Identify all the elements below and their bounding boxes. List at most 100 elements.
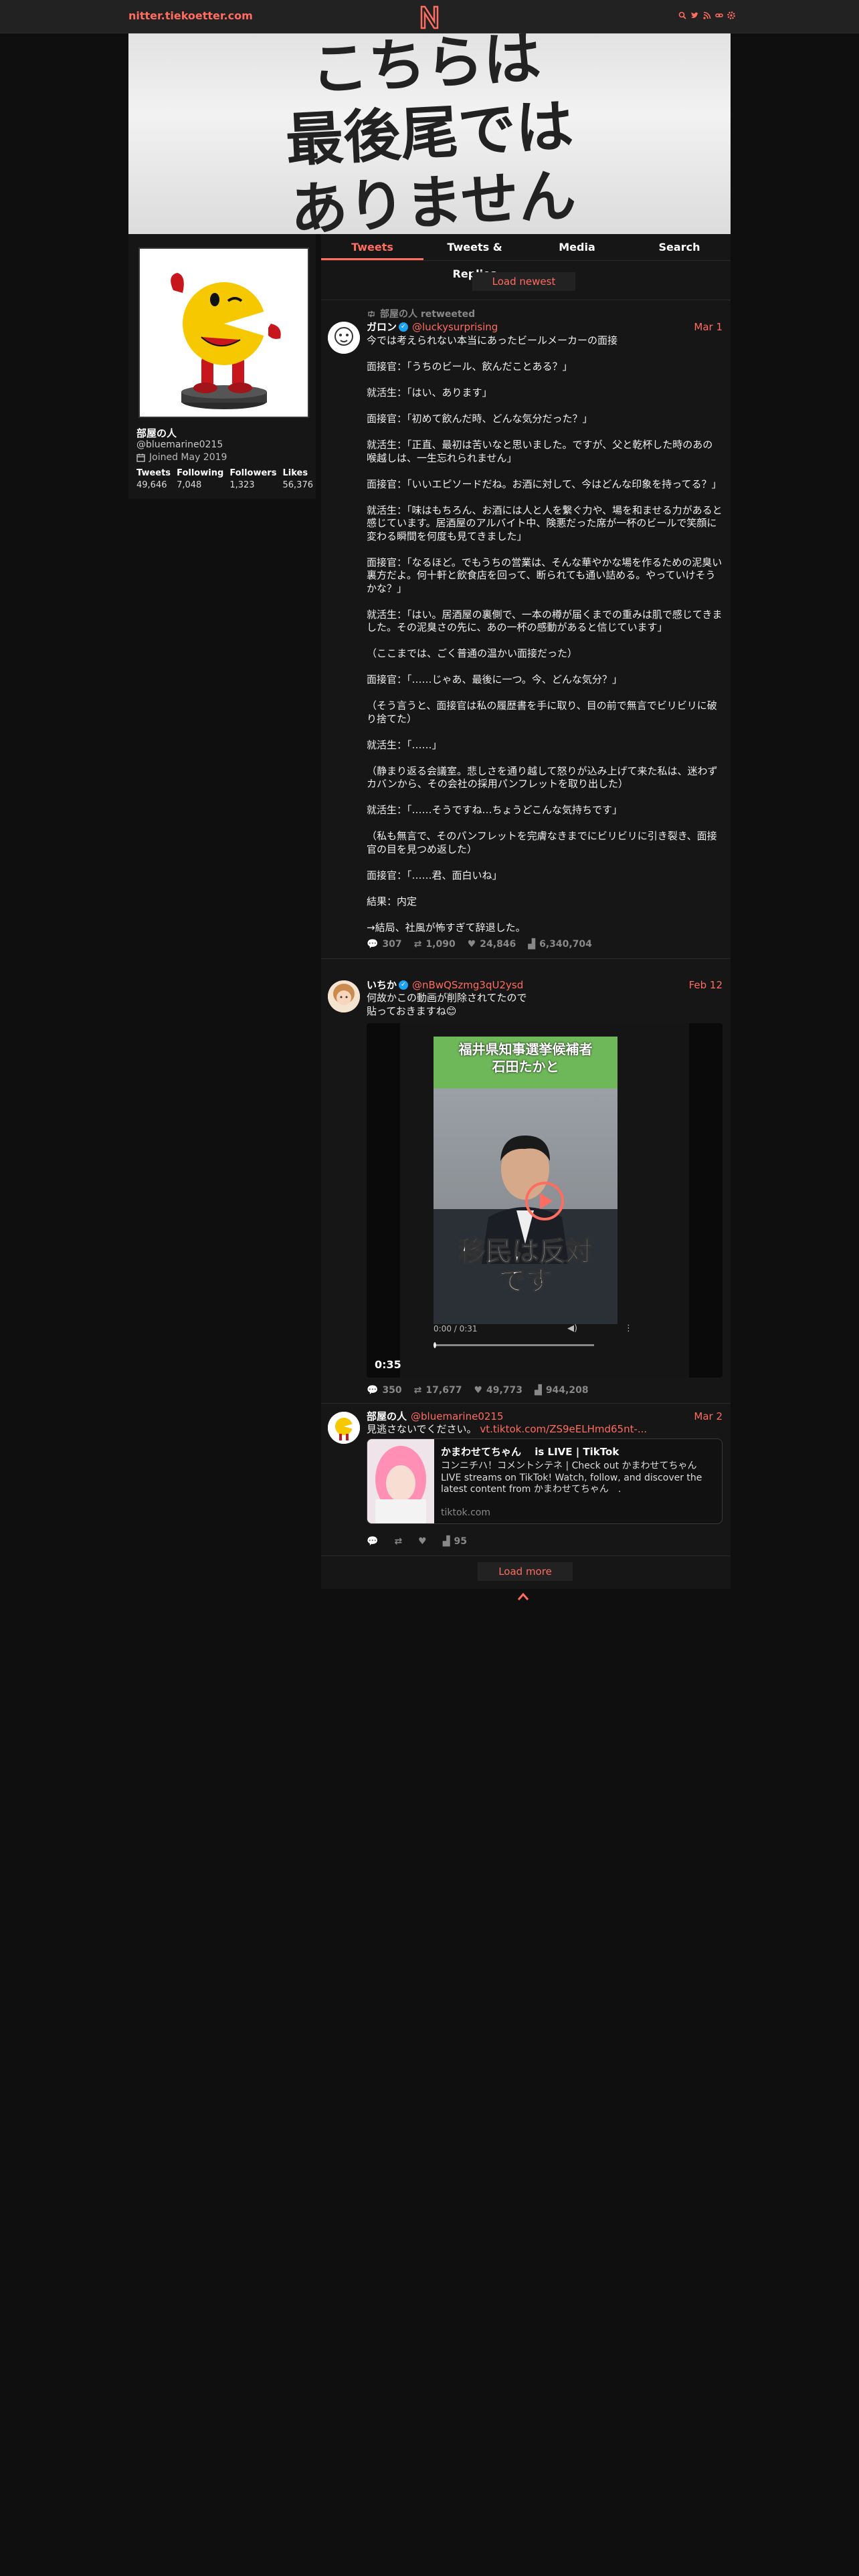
retweet-icon: ⇄ bbox=[394, 1536, 403, 1547]
back-to-top-icon[interactable] bbox=[517, 1592, 529, 1601]
tweet-views[interactable]: ▟ 6,340,704 bbox=[528, 939, 592, 950]
profile-card: 部屋の人 @bluemarine0215 Joined May 2019 Twe… bbox=[128, 234, 316, 499]
tweet-fullname[interactable]: 部屋の人 bbox=[367, 1409, 407, 1423]
tweet-retweets[interactable]: ⇄ 1,090 bbox=[414, 939, 456, 950]
tweet-retweets[interactable]: ⇄ bbox=[394, 1536, 406, 1547]
tweet-stats: 💬 307 ⇄ 1,090 ♥ 24,846 ▟ 6,340,704 bbox=[367, 939, 592, 950]
video-caption-top-1: 福井県知事選挙候補者 bbox=[458, 1041, 593, 1057]
profile-username[interactable]: @bluemarine0215 bbox=[136, 439, 223, 450]
nitter-logo-icon[interactable] bbox=[419, 4, 440, 29]
tweet-replies[interactable]: 💬 bbox=[367, 1536, 382, 1547]
rss-icon[interactable] bbox=[703, 11, 711, 19]
site-brand-link[interactable]: nitter.tiekoetter.com bbox=[128, 9, 253, 22]
stat-value: 56,376 bbox=[282, 480, 314, 490]
tweet-date[interactable]: Mar 1 bbox=[694, 321, 723, 333]
stat-followers[interactable]: Followers 1,323 bbox=[229, 468, 276, 490]
video-progress-bar[interactable] bbox=[434, 1342, 594, 1348]
tweet-content: 見逃さないでください。 vt.tiktok.com/ZS9eELHmd65nt-… bbox=[367, 1423, 723, 1436]
more-options-icon[interactable]: ⋮ bbox=[624, 1323, 633, 1333]
profile-joined-text: Joined May 2019 bbox=[149, 452, 227, 463]
stat-label: Tweets bbox=[136, 468, 171, 478]
retweet-icon: ⇄ bbox=[413, 1385, 422, 1396]
stat-value: 7,048 bbox=[177, 480, 202, 490]
tweet-fullname[interactable]: いちか bbox=[367, 978, 397, 992]
views-count: 95 bbox=[454, 1536, 467, 1547]
tweet-replies[interactable]: 💬 307 bbox=[367, 939, 402, 950]
views-chart-icon: ▟ bbox=[442, 1536, 450, 1547]
stat-label: Followers bbox=[229, 468, 277, 478]
tweet-likes[interactable]: ♥ 49,773 bbox=[474, 1385, 522, 1396]
tweet-views[interactable]: ▟ 944,208 bbox=[535, 1385, 589, 1396]
verified-icon: ✓ bbox=[399, 322, 409, 332]
tweet-link[interactable]: vt.tiktok.com/ZS9eELHmd65nt-... bbox=[480, 1423, 647, 1435]
video-duration: 0:35 bbox=[375, 1358, 401, 1371]
load-newest-button[interactable]: Load newest bbox=[472, 272, 575, 291]
tweet-item[interactable]: 部屋の人 retweeted ガロン ✓ @luckysurprising Mar… bbox=[321, 300, 731, 958]
tweet-views[interactable]: ▟ 95 bbox=[443, 1536, 467, 1547]
video-progress-handle[interactable] bbox=[434, 1342, 436, 1348]
retweet-text: 部屋の人 retweeted bbox=[380, 309, 476, 320]
tweet-username[interactable]: @nBwQSzmg3qU2ysd bbox=[412, 979, 523, 991]
card-domain: tiktok.com bbox=[441, 1507, 490, 1518]
tweet-replies[interactable]: 💬 350 bbox=[367, 1385, 402, 1396]
replies-count: 350 bbox=[382, 1385, 402, 1396]
profile-banner[interactable]: こちらは 最後尾では ありません bbox=[128, 33, 731, 234]
gear-icon[interactable] bbox=[727, 11, 735, 19]
video-thumbnail: 福井県知事選挙候補者 石田たかと 移民は反対 です bbox=[434, 1037, 617, 1324]
tweet-item[interactable]: 部屋の人 @bluemarine0215 Mar 2 見逃さないでください。 v… bbox=[321, 1403, 731, 1555]
stat-following[interactable]: Following 7,048 bbox=[177, 468, 223, 490]
profile-fullname[interactable]: 部屋の人 bbox=[136, 426, 177, 440]
timeline-divider bbox=[321, 1555, 731, 1556]
tweet-retweets[interactable]: ⇄ 17,677 bbox=[414, 1385, 462, 1396]
tweet-text: 見逃さないでください。 bbox=[367, 1423, 480, 1435]
card-description: コンニチハ！コメントシテネ | Check out かまわせてちゃん LIVE … bbox=[441, 1461, 709, 1495]
stat-likes[interactable]: Likes 56,376 bbox=[283, 468, 314, 490]
tab-tweets[interactable]: Tweets bbox=[321, 234, 423, 260]
card-image bbox=[367, 1439, 434, 1523]
play-icon[interactable] bbox=[524, 1181, 565, 1221]
profile-avatar[interactable] bbox=[138, 247, 309, 418]
tab-tweets-and-replies[interactable]: Tweets & Replies bbox=[423, 234, 526, 280]
link-icon[interactable] bbox=[715, 11, 723, 19]
tweet-avatar[interactable] bbox=[328, 322, 360, 354]
tweet-date[interactable]: Feb 12 bbox=[689, 979, 723, 991]
video-time: 0:00 / 0:31 bbox=[434, 1324, 478, 1333]
tweet-username[interactable]: @luckysurprising bbox=[412, 321, 498, 333]
calendar-icon bbox=[136, 453, 145, 462]
tweet-likes[interactable]: ♥ bbox=[418, 1536, 431, 1547]
volume-icon[interactable]: ◀) bbox=[567, 1323, 577, 1333]
twitter-icon[interactable] bbox=[690, 11, 699, 19]
profile-joined: Joined May 2019 bbox=[136, 452, 227, 463]
comment-icon: 💬 bbox=[367, 939, 379, 950]
tab-search[interactable]: Search bbox=[628, 234, 731, 260]
tweet-avatar[interactable] bbox=[328, 1412, 360, 1444]
tweet-date[interactable]: Mar 2 bbox=[694, 1410, 723, 1422]
tweet-username[interactable]: @bluemarine0215 bbox=[411, 1410, 503, 1422]
stat-value: 1,323 bbox=[229, 480, 255, 490]
video-caption-bottom-1: 移民は反対 bbox=[458, 1237, 593, 1267]
search-icon[interactable] bbox=[678, 11, 686, 19]
pacman-figure-image bbox=[140, 249, 308, 417]
video-player[interactable]: 福井県知事選挙候補者 石田たかと 移民は反対 です 0:00 / 0:31 ◀)… bbox=[367, 1023, 723, 1378]
views-count: 6,340,704 bbox=[539, 939, 592, 950]
stat-tweets[interactable]: Tweets 49,646 bbox=[136, 468, 171, 490]
profile-stats: Tweets 49,646 Following 7,048 Followers 1,3… bbox=[136, 468, 313, 490]
tab-media[interactable]: Media bbox=[526, 234, 628, 260]
tweet-fullname[interactable]: ガロン bbox=[367, 320, 397, 334]
tweet-header: ガロン ✓ @luckysurprising Mar 1 bbox=[367, 320, 723, 334]
video-caption-bottom-2: です bbox=[498, 1266, 553, 1297]
link-card[interactable]: かまわせてちゃん is LIVE | TikTok コンニチハ！コメントシテネ … bbox=[367, 1438, 723, 1524]
likes-count: 24,846 bbox=[480, 939, 516, 950]
replies-count: 307 bbox=[382, 939, 402, 950]
tweet-header: いちか ✓ @nBwQSzmg3qU2ysd Feb 12 bbox=[367, 978, 723, 992]
stat-label: Following bbox=[177, 468, 224, 478]
retweet-icon: ⇄ bbox=[413, 939, 422, 950]
tweet-avatar[interactable] bbox=[328, 980, 360, 1012]
video-frame: 福井県知事選挙候補者 石田たかと 移民は反対 です 0:00 / 0:31 ◀)… bbox=[400, 1023, 689, 1378]
tweet-stats: 💬 ⇄ ♥ ▟ 95 bbox=[367, 1536, 467, 1547]
retweets-count: 17,677 bbox=[425, 1385, 462, 1396]
tweet-item[interactable]: いちか ✓ @nBwQSzmg3qU2ysd Feb 12 何故かこの動画が削除さ… bbox=[321, 958, 731, 1403]
tweet-likes[interactable]: ♥ 24,846 bbox=[468, 939, 516, 950]
comment-icon: 💬 bbox=[367, 1385, 379, 1396]
load-more-button[interactable]: Load more bbox=[478, 1562, 573, 1581]
